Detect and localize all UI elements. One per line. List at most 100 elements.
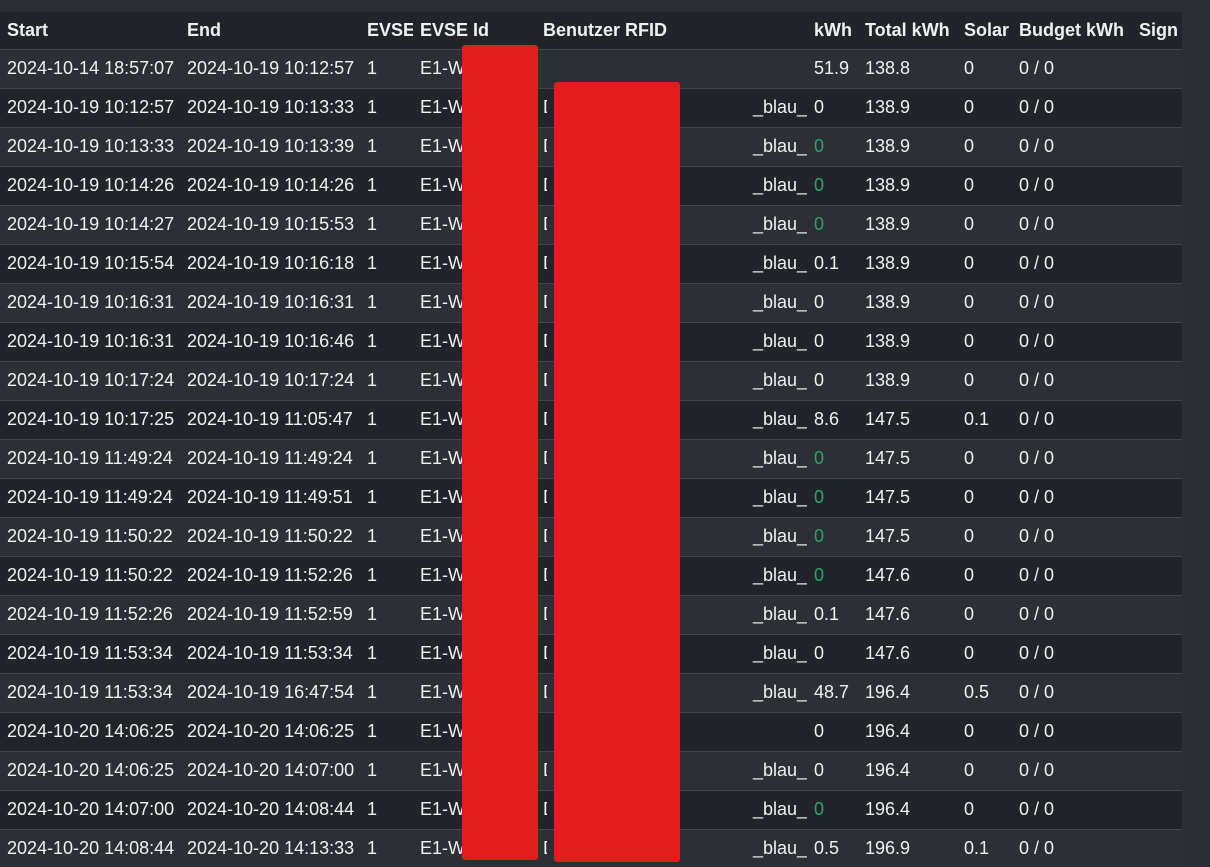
cell-solar: 0	[964, 136, 975, 156]
cell-start: 2024-10-19 11:49:24	[7, 487, 173, 507]
cell-solar: 0	[964, 526, 975, 546]
cell-sign	[1132, 361, 1182, 400]
cell-sign	[1132, 166, 1182, 205]
header-sign[interactable]: Sign	[1132, 12, 1182, 49]
cell-start: 2024-10-19 10:14:26	[7, 175, 175, 195]
header-total-kwh[interactable]: Total kWh	[858, 12, 957, 49]
cell-kwh: 0	[814, 292, 825, 312]
cell-solar: 0.1	[964, 838, 990, 859]
cell-budget-kwh: 0 / 0	[1019, 409, 1055, 429]
cell-total-kwh: 138.9	[865, 214, 911, 234]
header-budget-kwh[interactable]: Budget kWh	[1012, 12, 1132, 49]
cell-sign	[1132, 751, 1182, 790]
cell-end: 2024-10-19 11:52:59	[187, 604, 353, 624]
cell-budget-kwh: 0 / 0	[1019, 448, 1055, 468]
cell-evse: 1	[367, 682, 378, 702]
cell-budget-kwh: 0 / 0	[1019, 292, 1055, 312]
cell-kwh: 0	[814, 487, 825, 507]
redaction-evse-id	[462, 45, 538, 860]
cell-kwh: 0	[814, 175, 825, 195]
cell-start: 2024-10-19 10:17:25	[7, 409, 175, 429]
cell-budget-kwh: 0 / 0	[1019, 175, 1055, 195]
cell-start: 2024-10-19 10:12:57	[7, 97, 175, 117]
cell-end: 2024-10-20 14:07:00	[187, 760, 355, 780]
cell-solar: 0	[964, 370, 975, 390]
cell-solar: 0	[964, 760, 975, 780]
header-evse[interactable]: EVSE	[360, 12, 413, 49]
cell-end: 2024-10-19 11:52:26	[187, 565, 353, 585]
cell-sign	[1132, 556, 1182, 595]
cell-evse: 1	[367, 604, 378, 624]
cell-total-kwh: 147.5	[865, 487, 911, 507]
cell-total-kwh: 138.9	[865, 253, 911, 273]
cell-start: 2024-10-19 11:50:22	[7, 526, 173, 546]
cell-budget-kwh: 0 / 0	[1019, 604, 1055, 624]
cell-budget-kwh: 0 / 0	[1019, 487, 1055, 507]
cell-budget-kwh: 0 / 0	[1019, 97, 1055, 117]
cell-evse: 1	[367, 97, 378, 117]
cell-start: 2024-10-19 11:49:24	[7, 448, 173, 468]
cell-total-kwh: 196.4	[865, 682, 911, 702]
cell-kwh: 0	[814, 136, 825, 156]
cell-kwh: 0	[814, 331, 825, 351]
cell-kwh: 0	[814, 565, 825, 585]
cell-start: 2024-10-19 10:13:33	[7, 136, 175, 156]
cell-total-kwh: 147.6	[865, 604, 911, 624]
cell-evse: 1	[367, 565, 378, 585]
cell-evse: 1	[367, 370, 378, 390]
table-header: Start End EVSE EVSE Id Benutzer RFID kWh…	[0, 12, 1182, 49]
header-kwh[interactable]: kWh	[807, 12, 858, 49]
cell-end: 2024-10-19 11:50:22	[187, 526, 353, 546]
cell-budget-kwh: 0 / 0	[1019, 838, 1055, 859]
cell-sign	[1132, 205, 1182, 244]
cell-end: 2024-10-19 11:05:47	[187, 409, 353, 429]
cell-solar: 0	[964, 604, 975, 624]
cell-solar: 0	[964, 97, 975, 117]
cell-evse: 1	[367, 448, 378, 468]
cell-solar: 0	[964, 799, 975, 819]
cell-end: 2024-10-19 10:13:33	[187, 97, 355, 117]
cell-total-kwh: 196.4	[865, 760, 911, 780]
cell-evse: 1	[367, 487, 378, 507]
cell-sign	[1132, 322, 1182, 361]
cell-kwh: 0	[814, 799, 825, 819]
cell-total-kwh: 147.5	[865, 409, 911, 429]
cell-evse: 1	[367, 253, 378, 273]
cell-solar: 0	[964, 643, 975, 663]
cell-solar: 0	[964, 253, 975, 273]
cell-total-kwh: 138.9	[865, 175, 911, 195]
cell-end: 2024-10-19 10:12:57	[187, 58, 355, 78]
cell-kwh: 0	[814, 448, 825, 468]
cell-start: 2024-10-20 14:06:25	[7, 721, 175, 741]
header-evse-id[interactable]: EVSE Id	[413, 12, 536, 49]
cell-evse: 1	[367, 409, 378, 429]
cell-end: 2024-10-19 11:53:34	[187, 643, 353, 663]
cell-start: 2024-10-19 11:50:22	[7, 565, 173, 585]
cell-end: 2024-10-19 10:17:24	[187, 370, 355, 390]
cell-budget-kwh: 0 / 0	[1019, 799, 1055, 819]
cell-solar: 0	[964, 292, 975, 312]
cell-total-kwh: 138.9	[865, 292, 911, 312]
cell-evse: 1	[367, 214, 378, 234]
cell-budget-kwh: 0 / 0	[1019, 253, 1055, 273]
cell-start: 2024-10-20 14:08:44	[7, 838, 175, 859]
header-user-rfid[interactable]: Benutzer RFID	[536, 12, 807, 49]
header-solar[interactable]: Solar	[957, 12, 1012, 49]
cell-sign	[1132, 712, 1182, 751]
cell-end: 2024-10-19 10:16:31	[187, 292, 355, 312]
cell-sign	[1132, 517, 1182, 556]
cell-start: 2024-10-19 10:17:24	[7, 370, 175, 390]
cell-budget-kwh: 0 / 0	[1019, 214, 1055, 234]
cell-total-kwh: 147.6	[865, 643, 911, 663]
cell-budget-kwh: 0 / 0	[1019, 370, 1055, 390]
header-end[interactable]: End	[180, 12, 360, 49]
cell-kwh: 0.5	[814, 838, 840, 859]
cell-start: 2024-10-20 14:07:00	[7, 799, 175, 819]
cell-start: 2024-10-20 14:06:25	[7, 760, 175, 780]
header-start[interactable]: Start	[0, 12, 180, 49]
cell-kwh: 0	[814, 370, 825, 390]
cell-budget-kwh: 0 / 0	[1019, 565, 1055, 585]
cell-sign	[1132, 49, 1182, 88]
cell-budget-kwh: 0 / 0	[1019, 760, 1055, 780]
cell-end: 2024-10-19 10:13:39	[187, 136, 355, 156]
